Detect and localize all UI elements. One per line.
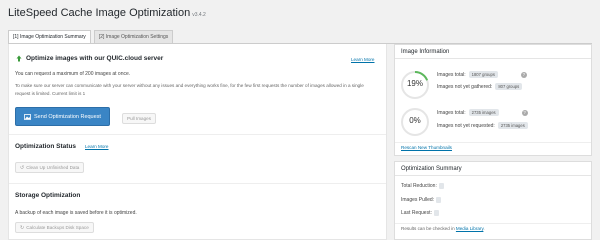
learn-more-link[interactable]: Learn More: [351, 57, 375, 62]
storage-heading: Storage Optimization: [15, 192, 81, 199]
page-title-text: LiteSpeed Cache Image Optimization: [8, 7, 191, 19]
calculate-backups-label: Calculate Backups Disk Space: [26, 224, 89, 230]
summary-row-label: Images Pulled:: [401, 197, 435, 203]
media-library-link[interactable]: Media Library: [456, 226, 484, 231]
gathered-pending-row: Images not yet gathered: 807 groups: [437, 83, 523, 90]
summary-footer-text: Results can be checked in: [401, 226, 455, 231]
section-divider: [395, 223, 591, 224]
send-optimization-button[interactable]: Send Optimization Request: [15, 107, 110, 126]
gathered-pending-label: Images not yet gathered:: [437, 83, 493, 90]
image-info-heading: Image Information: [395, 45, 591, 59]
image-info-panel: Image Information 19% Images total: 1807…: [394, 44, 592, 156]
gathered-total-label: Images total:: [437, 71, 466, 78]
optimization-summary-panel: Optimization Summary Total Reduction: Im…: [394, 161, 592, 240]
optimize-heading-row: Optimize images with our QUIC.cloud serv…: [15, 55, 163, 62]
section-divider: [9, 134, 386, 135]
version-label: v3.4.2: [192, 12, 206, 18]
status-learn-more-link[interactable]: Learn More: [85, 144, 109, 149]
limit-info-text: To make sure our server can communicate …: [15, 83, 364, 96]
requested-pending-badge: 2735 images: [497, 122, 528, 129]
refresh-icon: ↻: [20, 224, 25, 231]
summary-footer: Results can be checked in Media Library.: [401, 225, 485, 233]
requested-total-label: Images total:: [437, 109, 466, 116]
summary-row: Last Request:: [401, 210, 439, 216]
section-divider: [395, 142, 591, 143]
summary-row: Total Reduction:: [401, 183, 444, 189]
gathered-pending-badge: 807 groups: [495, 83, 523, 90]
backup-text: A backup of each image is saved before i…: [15, 210, 137, 216]
page-title: LiteSpeed Cache Image Optimization v3.4.2: [8, 7, 206, 19]
tab-settings[interactable]: [2] Image Optimization Settings: [93, 30, 174, 43]
cleanup-button[interactable]: ↺ Clean Up Unfinished Data: [15, 162, 85, 173]
summary-value-badge: [436, 197, 442, 203]
upload-cloud-icon: [16, 55, 22, 62]
main-panel: Optimize images with our QUIC.cloud serv…: [8, 44, 387, 240]
calculate-backups-button[interactable]: ↻ Calculate Backups Disk Space: [15, 222, 94, 233]
summary-value-badge: [438, 183, 444, 189]
status-heading: Optimization Status: [15, 143, 77, 150]
images-icon: [24, 113, 31, 120]
requested-percent: 0%: [409, 116, 421, 125]
requested-total-row: Images total: 2735 images ?: [437, 109, 528, 116]
summary-row-label: Total Reduction:: [401, 183, 437, 189]
summary-heading: Optimization Summary: [395, 162, 591, 176]
tab-summary[interactable]: [1] Image Optimization Summary: [8, 30, 91, 44]
requested-pending-row: Images not yet requested: 2735 images: [437, 122, 528, 129]
rescan-thumbnails-link[interactable]: Rescan New Thumbnails: [401, 145, 452, 150]
max-images-text: You can request a maximum of 200 images …: [15, 71, 131, 77]
help-icon[interactable]: ?: [521, 109, 528, 116]
cleanup-label: Clean Up Unfinished Data: [26, 164, 80, 170]
requested-total-badge: 2735 images: [468, 109, 499, 116]
help-icon[interactable]: ?: [520, 71, 527, 78]
summary-row-label: Last Request:: [401, 210, 432, 216]
optimize-heading: Optimize images with our QUIC.cloud serv…: [26, 55, 164, 62]
summary-value-badge: [433, 210, 439, 216]
summary-row: Images Pulled:: [401, 197, 442, 203]
send-optimization-label: Send Optimization Request: [34, 113, 101, 120]
tab-bar: [1] Image Optimization Summary [2] Image…: [8, 30, 174, 44]
gathered-total-badge: 1807 groups: [468, 71, 498, 78]
gathered-percent: 19%: [406, 79, 423, 88]
requested-pending-label: Images not yet requested:: [437, 122, 495, 129]
section-divider: [9, 183, 386, 184]
gathered-total-row: Images total: 1807 groups ?: [437, 71, 527, 78]
undo-icon: ↺: [20, 164, 25, 171]
pull-images-button[interactable]: Pull Images: [122, 113, 157, 124]
summary-footer-end: .: [483, 226, 485, 231]
